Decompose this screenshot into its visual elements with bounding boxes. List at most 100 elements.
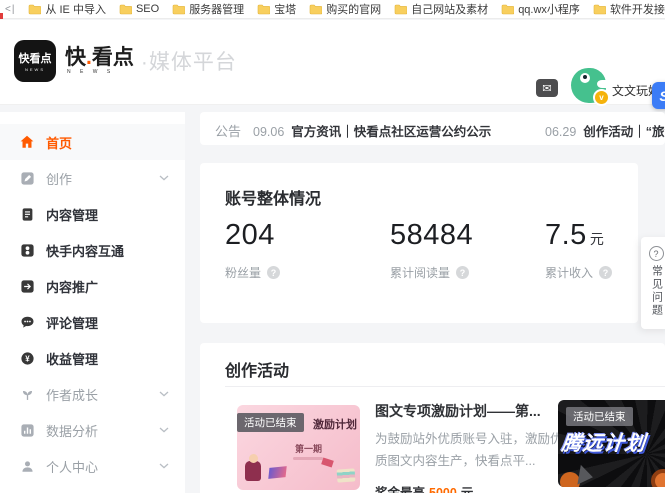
activity-thumbnail-1[interactable]: 活动已结束 激励计划 第一期 [237, 405, 360, 490]
bookmark-label: 服务器管理 [189, 1, 244, 17]
activity-thumbnail-2[interactable]: 活动已结束 腾远计划 [558, 400, 665, 487]
stat-followers: 204 粉丝量? [225, 219, 280, 281]
dino-pupil [583, 75, 587, 79]
bookmark-label: 软件开发接单 [610, 1, 665, 17]
creation-activities-card: 创作活动 活动已结束 激励计划 第一期 图文专项激励计划——第... 为鼓励站外… [200, 343, 665, 493]
sidebar-item-comment-management[interactable]: 评论管理 [0, 304, 185, 340]
folder-icon [309, 4, 322, 15]
announcement-text: 官方资讯｜快看点社区运营公约公示 [291, 125, 491, 139]
stat-unit: 元 [590, 231, 604, 247]
bookmark-label: 从 IE 中导入 [45, 1, 106, 17]
sidebar-item-content-management[interactable]: 内容管理 [0, 196, 185, 232]
girl-illustration [245, 461, 261, 481]
wordmark-post: 看点 [92, 46, 134, 69]
announcement-date: 06.29 [545, 125, 576, 139]
sidebar-item-label: 个人中心 [46, 457, 98, 476]
help-icon[interactable]: ? [599, 266, 612, 279]
folder-icon [593, 4, 606, 15]
sidebar-item-content-promotion[interactable]: 内容推广 [0, 268, 185, 304]
bookmark-label: 宝塔 [274, 1, 296, 17]
sidebar-item-label: 评论管理 [46, 313, 98, 332]
chevron-down-icon [159, 175, 169, 181]
sidebar-nav: 首页 创作 内容管理 快手内容互通 内容推广 评论管理 ¥ 收益管理 [0, 112, 185, 493]
announcement-item[interactable]: 09.06 官方资讯｜快看点社区运营公约公示 [253, 121, 491, 140]
announcement-bar: 公告 09.06 官方资讯｜快看点社区运营公约公示 06.29创作活动｜“旅游 [200, 112, 665, 145]
bookmark-folder[interactable]: 软件开发接单 [593, 1, 665, 17]
help-icon[interactable]: ? [456, 266, 469, 279]
edge-marker [0, 13, 3, 19]
account-overview-card: 账号整体情况 204 粉丝量? 58484 累计阅读量? 7.5元 累计收入? [200, 163, 638, 323]
activity-description: 为鼓励站外优质账号入驻，激励优质图文内容生产，快看点平... [375, 429, 563, 473]
sidebar-item-personal-center[interactable]: 个人中心 [0, 448, 185, 484]
floating-extension-icon[interactable]: S [652, 82, 665, 109]
platform-suffix: ·媒体平台 [141, 46, 237, 76]
bookmarks-bar: <| 从 IE 中导入 SEO 服务器管理 宝塔 购买的官网 自己网站及素材 q… [0, 0, 665, 19]
stat-value: 204 [225, 219, 275, 251]
bookmark-folder[interactable]: 服务器管理 [172, 1, 244, 17]
bookmark-label: qq.wx小程序 [518, 1, 580, 17]
logo-subtext: NEWS [25, 67, 45, 72]
stat-total-reads: 58484 累计阅读量? [390, 219, 476, 281]
user-avatar[interactable]: v [571, 68, 606, 103]
chevron-down-icon [159, 427, 169, 433]
document-icon [19, 206, 35, 222]
activity-ended-badge: 活动已结束 [566, 407, 633, 426]
folder-icon [394, 4, 407, 15]
folder-icon [501, 4, 514, 15]
activity-title-link[interactable]: 图文专项激励计划——第... [375, 401, 570, 421]
reward-prefix: 奖金最高 [375, 486, 425, 493]
reward-suffix: 元 [461, 486, 474, 493]
thumbnail-title: 腾远计划 [560, 427, 647, 456]
cap-illustration [321, 457, 334, 467]
sidebar-item-create[interactable]: 创作 [0, 160, 185, 196]
faq-widget[interactable]: ? 常见问题 [641, 237, 665, 329]
activity-reward: 奖金最高 5000 元 [375, 482, 570, 493]
activity-info: 图文专项激励计划——第... 为鼓励站外优质账号入驻，激励优质图文内容生产，快看… [375, 401, 570, 493]
mail-button[interactable]: ✉ [536, 79, 558, 97]
sidebar-item-author-growth[interactable]: 作者成长 [0, 376, 185, 412]
faq-label: 常见问题 [651, 265, 662, 317]
wordmark-pre: 快 [65, 46, 86, 69]
brand-logo[interactable]: 快看点 NEWS 快.看点 N E W S ·媒体平台 [14, 40, 237, 82]
stat-label: 累计收入 [545, 264, 593, 281]
sprout-icon [19, 386, 35, 402]
bookmark-folder[interactable]: 宝塔 [257, 1, 296, 17]
promote-arrow-icon [19, 278, 35, 294]
bookmark-label: SEO [136, 3, 159, 15]
bookmark-folder[interactable]: 从 IE 中导入 [28, 1, 106, 17]
dino-mouth [597, 80, 607, 88]
bookmarks-collapse-icon[interactable]: <| [5, 4, 15, 15]
bookmark-folder[interactable]: 自己网站及素材 [394, 1, 488, 17]
announcement-date: 09.06 [253, 125, 284, 139]
thumbnail-subtitle: 第一期 [295, 442, 322, 455]
sidebar-item-label: 创作 [46, 169, 72, 188]
orange-blob-decoration [560, 472, 580, 487]
svg-text:¥: ¥ [25, 354, 30, 363]
sidebar-item-revenue-management[interactable]: ¥ 收益管理 [0, 340, 185, 376]
bookmark-folder[interactable]: 购买的官网 [309, 1, 381, 17]
sidebar-item-label: 内容推广 [46, 277, 98, 296]
bookmark-folder[interactable]: qq.wx小程序 [501, 1, 580, 17]
kuaikandian-logo-icon: 快看点 NEWS [14, 40, 56, 82]
app-window: <| 从 IE 中导入 SEO 服务器管理 宝塔 购买的官网 自己网站及素材 q… [0, 0, 665, 493]
overview-title: 账号整体情况 [225, 185, 321, 209]
thumbnail-title: 激励计划 [313, 416, 357, 432]
sidebar-item-data-analysis[interactable]: 数据分析 [0, 412, 185, 448]
chevron-down-icon [159, 463, 169, 469]
activities-title: 创作活动 [225, 357, 289, 381]
brand-wordmark: 快.看点 N E W S [65, 47, 134, 75]
announcement-label: 公告 [215, 121, 241, 140]
reward-value: 5000 [429, 486, 457, 493]
stat-label: 粉丝量 [225, 264, 261, 281]
folder-icon [172, 4, 185, 15]
folder-icon [119, 4, 132, 15]
announcement-item[interactable]: 06.29创作活动｜“旅游 [545, 121, 665, 140]
sidebar-item-kuaishou-sync[interactable]: 快手内容互通 [0, 232, 185, 268]
sidebar-item-label: 数据分析 [46, 421, 98, 440]
divider [225, 386, 665, 387]
stat-label: 累计阅读量 [390, 264, 450, 281]
bookmark-folder[interactable]: SEO [119, 3, 159, 15]
sidebar-item-home[interactable]: 首页 [0, 124, 185, 160]
help-icon[interactable]: ? [267, 266, 280, 279]
kuaishou-icon [19, 242, 35, 258]
